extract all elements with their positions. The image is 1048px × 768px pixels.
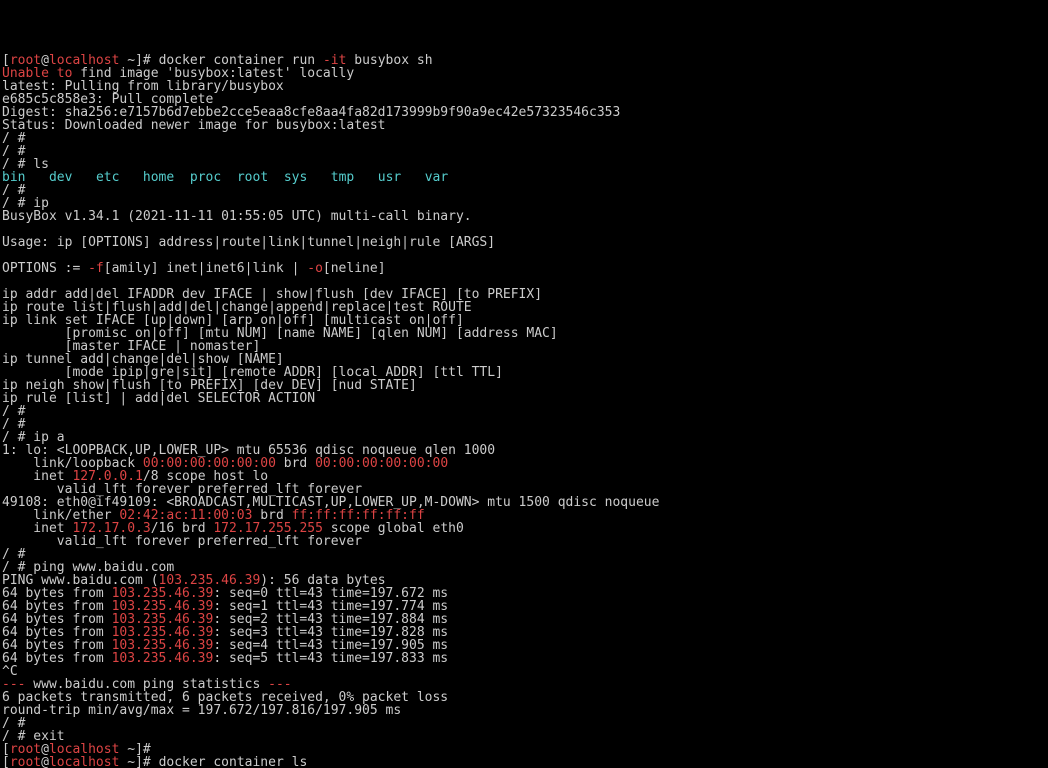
- opt-o: -o: [307, 261, 323, 276]
- ping-row-ip: 103.235.46.39: [112, 651, 214, 666]
- opt-f: -f: [88, 261, 104, 276]
- busybox-version: BusyBox v1.34.1 (2021-11-11 01:55:05 UTC…: [2, 209, 472, 224]
- ping-row: 64 bytes from: [2, 651, 112, 666]
- terminal[interactable]: [root@localhost ~]# docker container run…: [0, 52, 1048, 768]
- dir: dev: [49, 170, 72, 185]
- dir: sys: [284, 170, 307, 185]
- cmd-docker-ls: docker container ls: [159, 755, 308, 768]
- stats-line: round-trip min/avg/max = 197.672/197.816…: [2, 703, 401, 718]
- prompt-user: root: [10, 755, 41, 768]
- ip-help: ip rule [list] | add|del SELECTOR ACTION: [2, 391, 315, 406]
- ip-usage: Usage: ip [OPTIONS] address|route|link|t…: [2, 235, 495, 250]
- ip-options-tail: [neline]: [323, 261, 386, 276]
- ip-options: OPTIONS :=: [2, 261, 88, 276]
- ip-options-mid: [amily] inet|inet6|link |: [104, 261, 308, 276]
- brd-label: brd: [276, 456, 315, 471]
- dir: var: [425, 170, 448, 185]
- prompt-at: @: [41, 755, 49, 768]
- mac: 00:00:00:00:00:00: [315, 456, 448, 471]
- ping-row-post: : seq=5 ttl=43 time=197.833 ms: [213, 651, 448, 666]
- dir: home: [143, 170, 174, 185]
- prompt-host: localhost: [49, 755, 119, 768]
- dir: root: [237, 170, 268, 185]
- pull-status: Status: Downloaded newer image for busyb…: [2, 118, 386, 133]
- dir: usr: [378, 170, 401, 185]
- cmd-docker-run-rest: busybox sh: [346, 53, 432, 68]
- iface-valid: valid_lft forever preferred_lft forever: [2, 534, 362, 549]
- prompt-tail: ~]#: [119, 755, 158, 768]
- dir: etc: [96, 170, 119, 185]
- dir: proc: [190, 170, 221, 185]
- dir: tmp: [331, 170, 354, 185]
- prompt-bracket: [: [2, 755, 10, 768]
